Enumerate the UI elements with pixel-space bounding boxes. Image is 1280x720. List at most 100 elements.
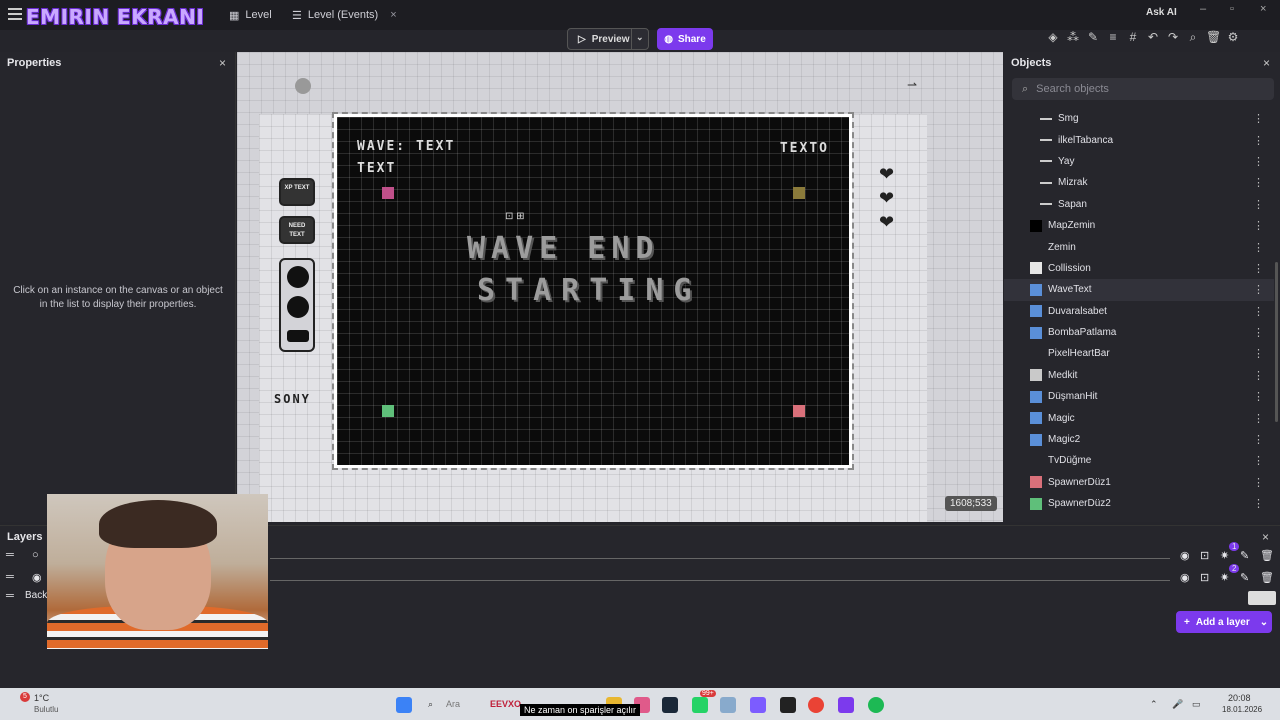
text-label[interactable]: TEXT [357,161,396,176]
need-text-chip[interactable]: NEED TEXT [279,216,315,244]
more-options-icon[interactable]: ⋮ [1253,390,1264,403]
delete-icon[interactable]: 🗑 [1260,571,1274,584]
wave-text-label[interactable]: WAVE: TEXT [357,139,455,154]
gdevelop-icon[interactable] [838,697,854,713]
spawner-green[interactable] [382,405,394,417]
sony-logo[interactable]: SONY [274,392,311,406]
close-icon[interactable]: × [1262,530,1269,544]
tab-level[interactable]: ▦ Level [229,5,272,25]
lighting-icon[interactable]: ✷ [1220,549,1229,562]
object-list-item[interactable]: Magic2 ⋮ [1004,429,1274,450]
object-list-item[interactable]: Duvaralsabet ⋮ [1004,301,1274,322]
add-layer-button[interactable]: + Add a layer ⌄ [1176,611,1272,633]
object-icon[interactable]: ⊡ ⊞ [505,211,525,222]
more-options-icon[interactable]: ⋮ [1253,497,1264,510]
chrome-icon[interactable] [808,697,824,713]
object-list-item[interactable]: Sapan ⋮ [1004,194,1274,215]
more-options-icon[interactable]: ⋮ [1253,176,1264,189]
settings-icon[interactable]: ⚙ [1226,30,1240,44]
edit-icon[interactable]: ✎ [1086,30,1100,44]
controller-object[interactable] [279,258,315,352]
close-window-icon[interactable]: × [1260,3,1266,15]
object-list-item[interactable]: MapZemin ⋮ [1004,215,1274,236]
more-options-icon[interactable]: ⋮ [1253,369,1264,382]
windows-start-icon[interactable] [396,697,412,713]
clock-time[interactable]: 20:08 [1228,693,1251,703]
weather-desc[interactable]: Bulutlu [34,705,58,714]
object-list-item[interactable]: BombaPatlama ⋮ [1004,322,1274,343]
more-options-icon[interactable]: ⋮ [1253,112,1264,125]
maximize-icon[interactable]: ▫ [1230,3,1234,15]
object-list-item[interactable]: Mizrak ⋮ [1004,172,1274,193]
layers-icon[interactable]: ≡ [1106,30,1120,44]
more-options-icon[interactable]: ⋮ [1253,283,1264,296]
scrollbar[interactable] [1275,262,1278,422]
object-list-item[interactable]: SpawnerDüz2 ⋮ [1004,493,1274,514]
whatsapp-icon[interactable] [692,697,708,713]
object-list-item[interactable]: SpawnerDüz1 ⋮ [1004,472,1274,493]
close-icon[interactable]: × [219,56,226,70]
more-options-icon[interactable]: ⋮ [1253,134,1264,147]
grid-icon[interactable]: # [1126,30,1140,44]
drag-handle-icon[interactable]: ═ [6,549,14,561]
object-icon[interactable]: ◈ [1046,30,1060,44]
visibility-radio-icon[interactable]: ○ [32,549,39,561]
lock-icon[interactable]: ⊡ [1200,571,1209,584]
undo-icon[interactable]: ↶ [1146,30,1160,44]
object-list-item[interactable]: Medkit ⋮ [1004,365,1274,386]
app-icon[interactable] [720,697,736,713]
preview-button[interactable]: ▷ Preview ⌄ [567,28,649,50]
spawner-gold[interactable] [793,187,805,199]
discord-icon[interactable] [750,697,766,713]
background-color-swatch[interactable] [1248,591,1276,605]
object-list-item[interactable]: TvDüğme ⋮ [1004,450,1274,471]
starting-text[interactable]: STARTING [477,273,702,308]
more-options-icon[interactable]: ⋮ [1253,326,1264,339]
search-input[interactable] [1036,83,1257,95]
lighting-icon[interactable]: ✷ [1220,571,1229,584]
eye-icon[interactable]: ◉ [1180,549,1190,562]
object-list-item[interactable]: ilkelTabanca ⋮ [1004,129,1274,150]
more-options-icon[interactable]: ⋮ [1253,241,1264,254]
object-list-item[interactable]: PixelHeartBar ⋮ [1004,343,1274,364]
chevron-down-icon[interactable]: ⌄ [636,32,644,43]
search-box[interactable]: ⌕ [1012,78,1274,100]
object-list-item[interactable]: Zemin ⋮ [1004,236,1274,257]
scene-canvas[interactable]: WAVE: TEXT TEXT TEXTO WAVE END STARTING … [237,52,1003,522]
xp-text-chip[interactable]: XP TEXT [279,178,315,206]
drag-handle-icon[interactable]: ═ [6,571,14,583]
steam-icon[interactable] [662,697,678,713]
wave-end-text[interactable]: WAVE END [467,231,660,266]
object-list-item[interactable]: DüşmanHit ⋮ [1004,386,1274,407]
spawner-red[interactable] [793,405,805,417]
more-options-icon[interactable]: ⋮ [1253,262,1264,275]
microphone-icon[interactable]: 🎤 [1172,699,1183,710]
chevron-down-icon[interactable]: ⌄ [1260,617,1268,628]
redo-icon[interactable]: ↷ [1166,30,1180,44]
edit-icon[interactable]: ✎ [1240,549,1249,562]
heart-icon[interactable]: ❤ [879,212,894,233]
more-options-icon[interactable]: ⋮ [1253,219,1264,232]
eye-icon[interactable]: ◉ [1180,571,1190,584]
more-options-icon[interactable]: ⋮ [1253,476,1264,489]
drag-handle-icon[interactable]: ═ [6,590,14,602]
object-list-item[interactable]: Magic ⋮ [1004,407,1274,428]
network-icon[interactable]: ▭ [1192,699,1201,710]
menu-icon[interactable] [8,8,22,20]
more-options-icon[interactable]: ⋮ [1253,198,1264,211]
ask-ai-button[interactable]: Ask AI [1146,7,1177,18]
visibility-radio-icon[interactable]: ◉ [32,571,42,584]
search-icon[interactable]: ⌕ [428,699,433,710]
more-options-icon[interactable]: ⋮ [1253,305,1264,318]
app-icon[interactable] [780,697,796,713]
chevron-up-icon[interactable]: ⌃ [1150,699,1158,710]
spotify-icon[interactable] [868,697,884,713]
taskbar-search-label[interactable]: Ara [446,699,460,709]
close-icon[interactable]: × [1263,56,1270,70]
zoom-icon[interactable]: ⌕ [1186,30,1200,44]
object-list-item[interactable]: Collission ⋮ [1004,258,1274,279]
more-options-icon[interactable]: ⋮ [1253,155,1264,168]
object-list-item[interactable]: Yay ⋮ [1004,151,1274,172]
group-icon[interactable]: ⁂ [1066,30,1080,44]
share-button[interactable]: ◍ Share [657,28,713,50]
